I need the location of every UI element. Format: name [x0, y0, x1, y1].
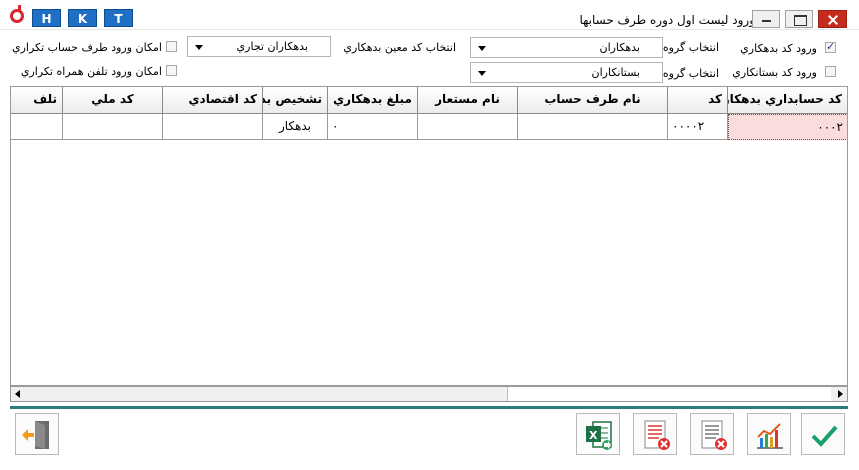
- group-label-1: انتخاب گروه: [662, 41, 719, 54]
- group-select-1-value: بدهکاران: [599, 41, 640, 54]
- cell-code[interactable]: ۰۰۰۰۲: [668, 114, 728, 140]
- delete-row-icon: [701, 420, 727, 450]
- window-title: ورود ليست اول دوره طرف حسابها: [579, 13, 755, 27]
- cell-debtor-code[interactable]: ۰۰۰۲: [728, 114, 847, 140]
- allow-mobile-checkbox[interactable]: [166, 65, 177, 76]
- delete-row-button[interactable]: [690, 413, 734, 455]
- cell-debit-type[interactable]: بدهکار: [263, 114, 328, 140]
- hotkey-k-button[interactable]: K: [68, 9, 97, 27]
- cell-account-name[interactable]: [518, 114, 668, 140]
- cell-national-code[interactable]: [63, 114, 163, 140]
- column-header-phone[interactable]: تلف: [11, 87, 63, 114]
- group-label-2: انتخاب گروه: [662, 67, 719, 80]
- chart-report-button[interactable]: [747, 413, 791, 455]
- group-select-1[interactable]: بدهکاران: [470, 37, 663, 58]
- allow-duplicate-checkbox[interactable]: [166, 41, 177, 52]
- debtor-code-label: ورود کد بدهکاري: [740, 42, 817, 55]
- column-header-national-code[interactable]: کد ملي: [63, 87, 163, 114]
- scrollbar-thumb[interactable]: [507, 387, 832, 401]
- toolbar-separator: [10, 406, 848, 409]
- minimize-button[interactable]: [752, 10, 780, 28]
- chart-icon: [757, 423, 783, 449]
- scroll-left-button[interactable]: [11, 387, 27, 401]
- excel-import-button[interactable]: X: [576, 413, 620, 455]
- chevron-down-icon: [478, 71, 486, 76]
- cell-debit-amount[interactable]: ۰: [328, 114, 418, 140]
- detail-code-select[interactable]: بدهکاران تجاري: [187, 36, 331, 57]
- maximize-button[interactable]: [785, 10, 813, 28]
- column-header-alias[interactable]: نام مستعار: [418, 87, 518, 114]
- column-header-debtor-code[interactable]: کد حسابداري بدهکار: [728, 87, 847, 114]
- allow-duplicate-label: امکان ورود طرف حساب تکراري: [11, 41, 162, 54]
- cell-economic-code[interactable]: [163, 114, 263, 140]
- cell-phone[interactable]: [11, 114, 63, 140]
- cell-alias[interactable]: [418, 114, 518, 140]
- creditor-code-label: ورود کد بستانکاري: [732, 66, 817, 79]
- horizontal-scrollbar[interactable]: [10, 386, 848, 402]
- debtor-code-checkbox[interactable]: [825, 40, 836, 53]
- close-button[interactable]: [818, 10, 847, 28]
- creditor-code-checkbox[interactable]: [825, 66, 836, 77]
- column-header-debit-type[interactable]: تشخيص بد: [263, 87, 328, 114]
- confirm-check-icon: [811, 425, 838, 447]
- accounts-grid[interactable]: کد حسابداري بدهکار کد نام طرف حساب نام م…: [10, 86, 848, 386]
- confirm-button[interactable]: [801, 413, 845, 455]
- chevron-down-icon: [195, 45, 203, 50]
- column-header-economic-code[interactable]: کد اقتصادي: [163, 87, 263, 114]
- group-select-2-value: بستانکاران: [591, 66, 640, 79]
- title-bar: H K T ورود ليست اول دوره طرف حسابها: [0, 0, 859, 30]
- column-header-code[interactable]: کد: [668, 87, 728, 114]
- detail-code-label: انتخاب کد معين بدهکاري: [343, 41, 456, 54]
- chevron-down-icon: [478, 46, 486, 51]
- delete-all-button[interactable]: [633, 413, 677, 455]
- exit-icon: [22, 421, 49, 449]
- column-header-account-name[interactable]: نام طرف حساب: [518, 87, 668, 114]
- group-select-2[interactable]: بستانکاران: [470, 62, 663, 83]
- svg-text:X: X: [589, 429, 598, 442]
- allow-mobile-label: امکان ورود تلفن همراه تکراري: [20, 65, 162, 78]
- app-logo-icon: [10, 5, 24, 23]
- hotkey-h-button[interactable]: H: [32, 9, 61, 27]
- delete-all-icon: [644, 420, 670, 450]
- detail-code-select-value: بدهکاران تجاري: [236, 40, 308, 53]
- excel-import-icon: X: [586, 421, 612, 450]
- scroll-right-button[interactable]: [831, 387, 847, 401]
- column-header-debit-amount[interactable]: مبلغ بدهکاري: [328, 87, 418, 114]
- exit-button[interactable]: [15, 413, 59, 455]
- hotkey-t-button[interactable]: T: [104, 9, 133, 27]
